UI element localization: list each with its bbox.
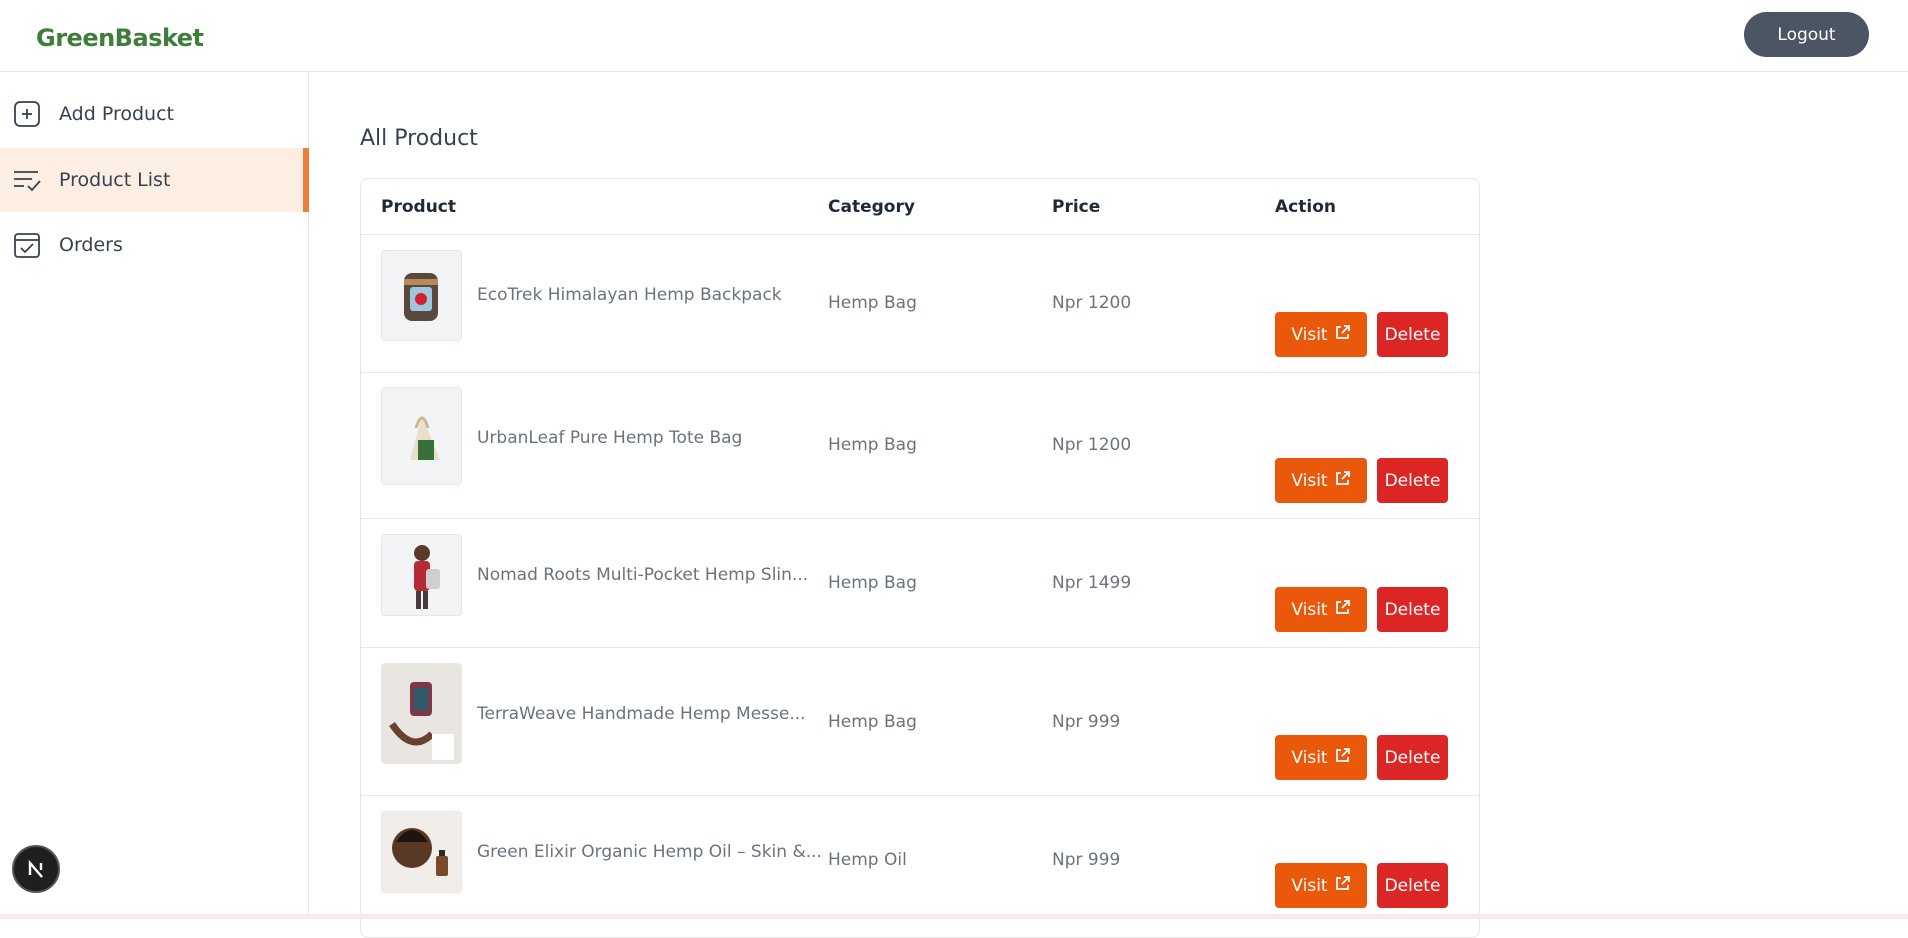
visit-button[interactable]: Visit	[1275, 587, 1367, 632]
nextjs-dev-indicator-icon[interactable]	[12, 845, 60, 893]
list-check-icon	[12, 165, 42, 195]
product-price: Npr 1200	[1052, 293, 1132, 313]
product-thumbnail	[381, 387, 462, 485]
visit-button[interactable]: Visit	[1275, 458, 1367, 503]
column-header-price: Price	[1052, 197, 1101, 217]
external-link-icon	[1334, 747, 1351, 769]
product-price: Npr 999	[1052, 850, 1121, 870]
visit-label: Visit	[1291, 324, 1328, 345]
delete-button[interactable]: Delete	[1377, 587, 1448, 632]
table-row: Nomad Roots Multi-Pocket Hemp Slin... He…	[361, 519, 1479, 648]
external-link-icon	[1334, 470, 1351, 492]
visit-label: Visit	[1291, 875, 1328, 896]
product-name: Nomad Roots Multi-Pocket Hemp Slin...	[477, 565, 809, 585]
product-price: Npr 1200	[1052, 435, 1132, 455]
product-thumbnail	[381, 250, 462, 341]
product-category: Hemp Oil	[828, 850, 907, 870]
visit-label: Visit	[1291, 470, 1328, 491]
table-row: TerraWeave Handmade Hemp Messe... Hemp B…	[361, 648, 1479, 796]
sidebar: Add Product Product List Orders	[0, 72, 309, 919]
page-title: All Product	[360, 126, 478, 151]
table-row: UrbanLeaf Pure Hemp Tote Bag Hemp Bag Np…	[361, 373, 1479, 519]
sidebar-item-label: Add Product	[59, 103, 174, 125]
column-header-action: Action	[1275, 197, 1336, 217]
column-header-product: Product	[381, 197, 456, 217]
delete-button[interactable]: Delete	[1377, 312, 1448, 357]
delete-button[interactable]: Delete	[1377, 863, 1448, 908]
product-category: Hemp Bag	[828, 293, 917, 313]
column-header-category: Category	[828, 197, 915, 217]
visit-label: Visit	[1291, 747, 1328, 768]
delete-button[interactable]: Delete	[1377, 458, 1448, 503]
table-row: EcoTrek Himalayan Hemp Backpack Hemp Bag…	[361, 235, 1479, 373]
product-name: UrbanLeaf Pure Hemp Tote Bag	[477, 428, 743, 448]
external-link-icon	[1334, 599, 1351, 621]
sidebar-item-add-product[interactable]: Add Product	[0, 82, 309, 146]
product-table: Product Category Price Action EcoTrek Hi…	[360, 178, 1480, 938]
sidebar-item-label: Orders	[59, 234, 123, 256]
product-category: Hemp Bag	[828, 573, 917, 593]
sidebar-item-label: Product List	[59, 169, 171, 191]
product-thumbnail	[381, 811, 462, 893]
product-category: Hemp Bag	[828, 435, 917, 455]
product-thumbnail	[381, 663, 462, 764]
visit-label: Visit	[1291, 599, 1328, 620]
brand-logo[interactable]: GreenBasket	[36, 24, 204, 52]
visit-button[interactable]: Visit	[1275, 863, 1367, 908]
top-bar: GreenBasket Logout	[0, 0, 1908, 72]
sidebar-item-product-list[interactable]: Product List	[0, 148, 309, 212]
delete-button[interactable]: Delete	[1377, 735, 1448, 780]
logout-button[interactable]: Logout	[1744, 12, 1869, 57]
calendar-check-icon	[12, 230, 42, 260]
product-price: Npr 999	[1052, 712, 1121, 732]
bottom-border	[0, 914, 1908, 919]
product-price: Npr 1499	[1052, 573, 1132, 593]
visit-button[interactable]: Visit	[1275, 735, 1367, 780]
visit-button[interactable]: Visit	[1275, 312, 1367, 357]
external-link-icon	[1334, 875, 1351, 897]
table-header: Product Category Price Action	[361, 179, 1479, 235]
product-name: EcoTrek Himalayan Hemp Backpack	[477, 285, 782, 305]
product-thumbnail	[381, 534, 462, 616]
sidebar-item-orders[interactable]: Orders	[0, 213, 309, 277]
product-name: TerraWeave Handmade Hemp Messe...	[477, 704, 806, 724]
product-name: Green Elixir Organic Hemp Oil – Skin &..…	[477, 842, 822, 862]
add-square-icon	[12, 99, 42, 129]
product-category: Hemp Bag	[828, 712, 917, 732]
external-link-icon	[1334, 324, 1351, 346]
